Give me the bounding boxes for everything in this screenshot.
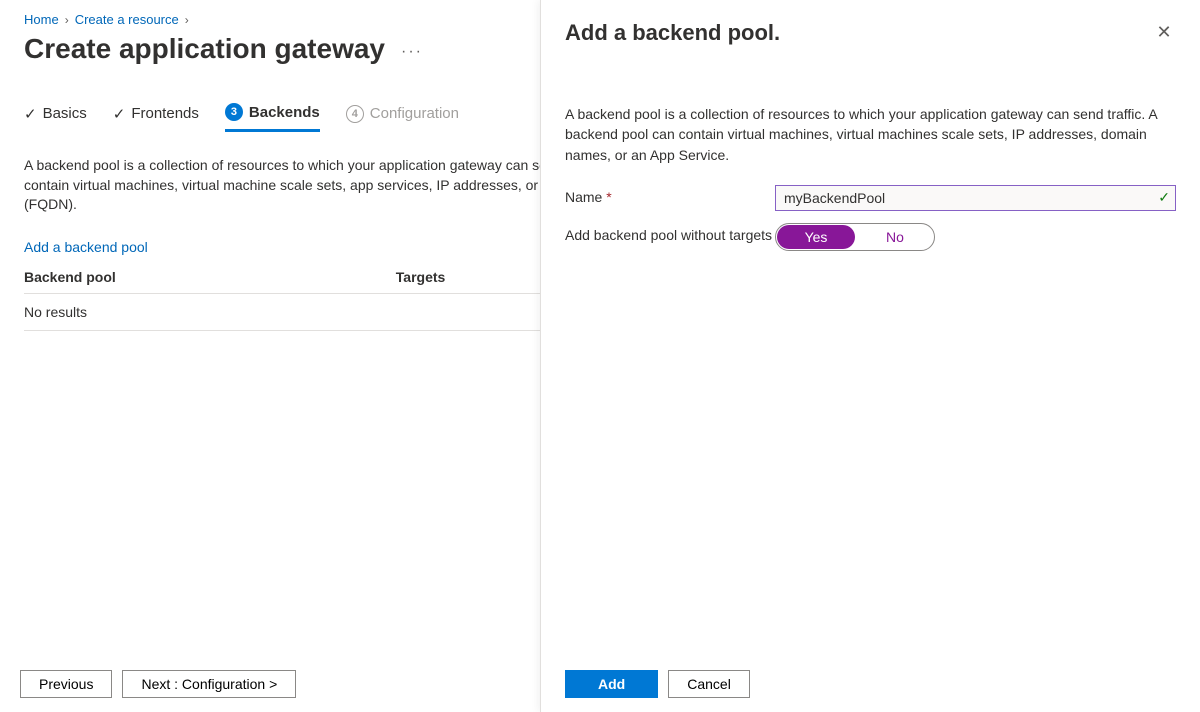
- toggle-yes[interactable]: Yes: [777, 225, 855, 249]
- check-icon: ✓: [113, 105, 126, 123]
- tab-frontends[interactable]: ✓ Frontends: [113, 103, 199, 132]
- breadcrumb-create-resource[interactable]: Create a resource: [75, 12, 179, 27]
- panel-title: Add a backend pool.: [565, 20, 780, 46]
- name-field[interactable]: [775, 185, 1176, 211]
- chevron-right-icon: ›: [65, 13, 69, 27]
- breadcrumb-home[interactable]: Home: [24, 12, 59, 27]
- without-targets-label: Add backend pool without targets: [565, 223, 775, 243]
- toggle-no[interactable]: No: [856, 224, 934, 250]
- step-number-icon: 3: [225, 103, 243, 121]
- cancel-button[interactable]: Cancel: [668, 670, 750, 698]
- required-indicator: *: [606, 189, 611, 205]
- check-icon: ✓: [24, 105, 37, 123]
- tab-backends[interactable]: 3 Backends: [225, 103, 320, 132]
- close-icon[interactable]: ✕: [1152, 20, 1176, 44]
- add-backend-pool-panel: Add a backend pool. ✕ A backend pool is …: [540, 0, 1200, 712]
- col-targets: Targets: [396, 269, 446, 285]
- step-number-icon: 4: [346, 105, 364, 123]
- tab-label: Backends: [249, 104, 320, 121]
- tab-label: Configuration: [370, 105, 459, 122]
- tab-label: Frontends: [131, 105, 199, 122]
- more-actions-icon[interactable]: ···: [401, 37, 423, 61]
- tab-label: Basics: [43, 105, 87, 122]
- next-button[interactable]: Next : Configuration >: [122, 670, 296, 698]
- tab-basics[interactable]: ✓ Basics: [24, 103, 87, 132]
- tab-configuration: 4 Configuration: [346, 103, 459, 132]
- previous-button[interactable]: Previous: [20, 670, 112, 698]
- add-button[interactable]: Add: [565, 670, 658, 698]
- page-title: Create application gateway: [24, 33, 385, 65]
- valid-check-icon: ✓: [1158, 189, 1170, 206]
- panel-description: A backend pool is a collection of resour…: [565, 104, 1176, 165]
- without-targets-toggle[interactable]: Yes No: [775, 223, 935, 251]
- name-label: Name *: [565, 185, 775, 205]
- chevron-right-icon: ›: [185, 13, 189, 27]
- add-backend-pool-link[interactable]: Add a backend pool: [24, 239, 148, 255]
- col-backend-pool: Backend pool: [24, 269, 116, 285]
